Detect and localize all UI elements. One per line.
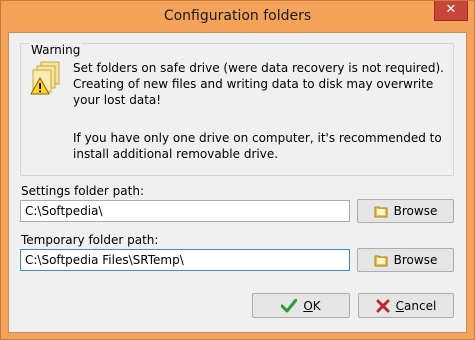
settings-folder-input[interactable]: C:\Softpedia\ bbox=[20, 200, 350, 222]
dialog-body: Warning Set folders on safe drive (were … bbox=[8, 32, 467, 333]
temp-folder-label: Temporary folder path: bbox=[21, 233, 159, 247]
title-bar[interactable]: Configuration folders ✕ bbox=[1, 1, 474, 33]
cross-icon bbox=[376, 299, 390, 312]
warning-message: Set folders on safe drive (were data rec… bbox=[73, 60, 449, 162]
temp-browse-label: Browse bbox=[393, 253, 438, 267]
settings-browse-label: Browse bbox=[393, 204, 438, 218]
temp-browse-button[interactable]: Browse bbox=[357, 248, 454, 272]
ok-label: OK bbox=[303, 298, 321, 313]
temp-folder-input[interactable]: C:\Softpedia Files\SRTemp\ bbox=[20, 249, 350, 271]
cancel-label: Cancel bbox=[395, 298, 437, 313]
checkmark-icon bbox=[281, 298, 298, 312]
folders-warning-icon bbox=[30, 61, 60, 95]
settings-browse-button[interactable]: Browse bbox=[357, 199, 454, 223]
folder-icon bbox=[374, 206, 388, 218]
warning-paragraph-1: Set folders on safe drive (were data rec… bbox=[73, 61, 444, 107]
ok-button[interactable]: OK bbox=[252, 293, 350, 318]
close-icon: ✕ bbox=[445, 2, 457, 17]
window-title: Configuration folders bbox=[163, 8, 312, 24]
settings-folder-label: Settings folder path: bbox=[21, 184, 145, 198]
folder-icon bbox=[374, 255, 388, 267]
warning-group: Warning Set folders on safe drive (were … bbox=[20, 43, 454, 176]
warning-group-label: Warning bbox=[29, 43, 83, 57]
close-button[interactable]: ✕ bbox=[434, 1, 468, 21]
cancel-button[interactable]: Cancel bbox=[358, 293, 454, 318]
warning-paragraph-2: If you have only one drive on computer, … bbox=[73, 131, 442, 161]
dialog-window: Configuration folders ✕ Warning Set fold… bbox=[0, 0, 475, 340]
